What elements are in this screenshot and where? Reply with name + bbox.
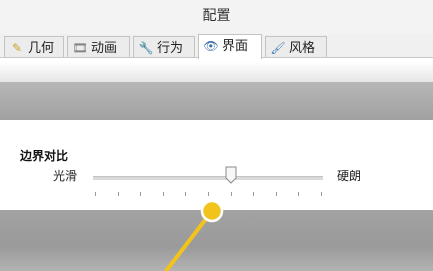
slider-tick (117, 192, 119, 196)
eye-icon: 👁 (203, 39, 219, 53)
slider-tick (298, 192, 300, 196)
slider-tick (140, 192, 142, 196)
tab-label: 界面 (222, 39, 249, 54)
blurred-region (0, 210, 433, 271)
tab-animation[interactable]: 🎞 动画 (67, 36, 130, 58)
settings-panel: 边界对比 光滑 硬朗 (0, 58, 433, 271)
film-icon: 🎞 (72, 41, 88, 55)
slider-thumb[interactable] (225, 166, 237, 184)
slider-tick (275, 192, 277, 196)
slider-tick (208, 192, 209, 196)
tab-bar: ✎ 几何 🎞 动画 🔧 行为 👁 界面 🖌 风格 (0, 34, 433, 59)
slider-tick (185, 192, 187, 196)
tab-geometry[interactable]: ✎ 几何 (4, 36, 64, 58)
wrench-icon: 🔧 (138, 41, 154, 55)
window-title: 配置 (0, 0, 433, 34)
slider-tick (162, 192, 164, 196)
tab-interface[interactable]: 👁 界面 (198, 34, 262, 59)
slider-max-label: 硬朗 (337, 169, 362, 183)
slider-tick (95, 192, 96, 196)
edge-contrast-slider-track[interactable] (93, 176, 323, 180)
ruler-pencil-icon: ✎ (11, 41, 23, 55)
section-title: 边界对比 (20, 149, 69, 163)
edge-contrast-section: 边界对比 光滑 硬朗 (0, 120, 433, 210)
tab-label: 风格 (289, 41, 316, 56)
blurred-region (0, 62, 433, 82)
slider-tick (321, 192, 322, 196)
tab-behavior[interactable]: 🔧 行为 (133, 36, 195, 58)
slider-min-label: 光滑 (53, 169, 78, 183)
brush-icon: 🖌 (270, 41, 286, 55)
tab-style[interactable]: 🖌 风格 (265, 36, 327, 58)
tab-label: 动画 (91, 41, 118, 56)
slider-tick (230, 192, 232, 196)
slider-tick (253, 192, 255, 196)
tab-label: 行为 (157, 41, 184, 56)
tab-label: 几何 (28, 41, 55, 56)
